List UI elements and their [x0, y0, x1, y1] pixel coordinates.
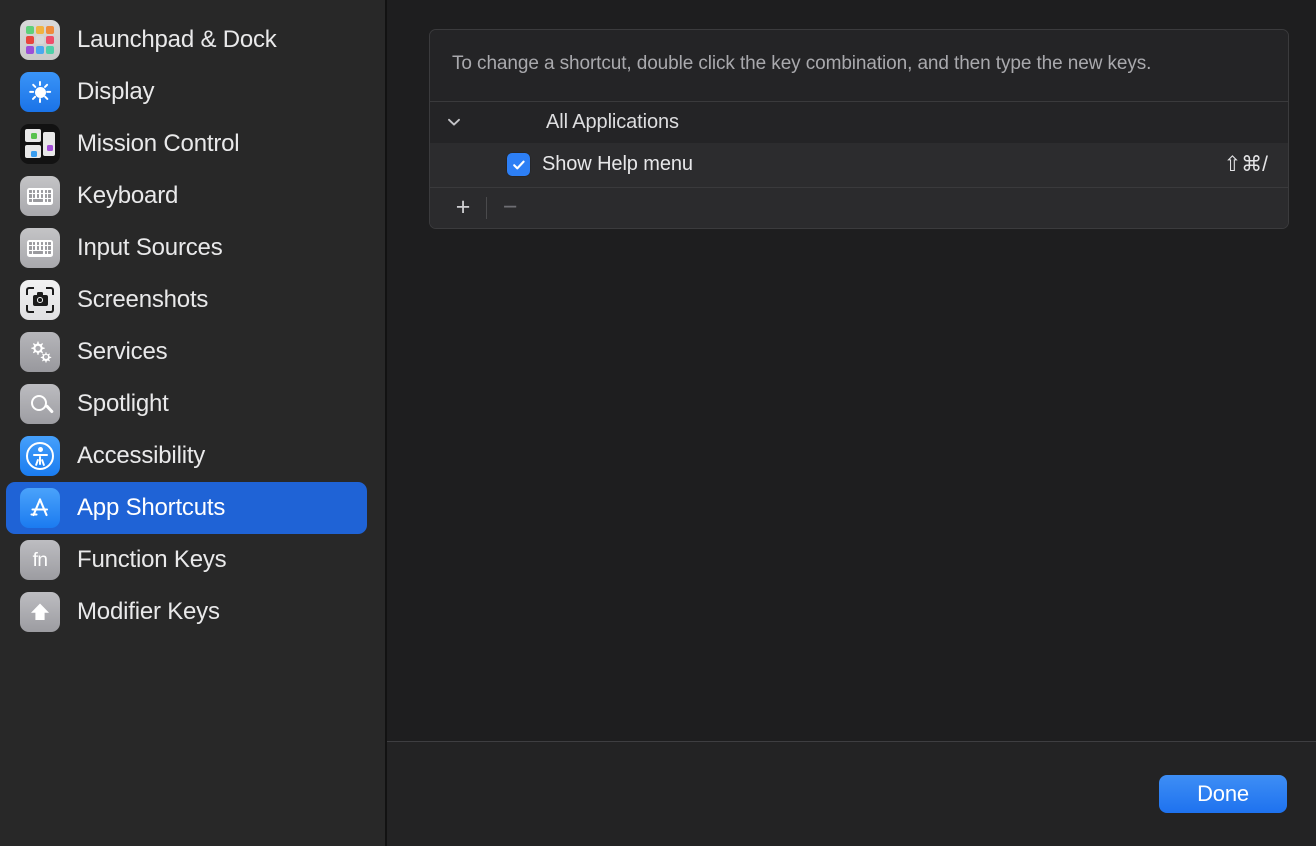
sidebar-item-mission-control[interactable]: Mission Control: [6, 118, 367, 170]
sidebar-item-input-sources[interactable]: Input Sources: [6, 222, 367, 274]
sidebar: Launchpad & Dock Display Mission Control…: [0, 0, 387, 846]
screenshot-camera-icon: [20, 280, 60, 320]
sidebar-item-services[interactable]: Services: [6, 326, 367, 378]
sidebar-item-label: Screenshots: [77, 286, 209, 313]
main-content: To change a shortcut, double click the k…: [387, 0, 1316, 846]
function-keys-fn-icon: fn: [20, 540, 60, 580]
add-shortcut-button[interactable]: +: [446, 193, 480, 223]
sidebar-item-label: App Shortcuts: [77, 494, 226, 521]
keyboard-icon: [20, 176, 60, 216]
sidebar-item-function-keys[interactable]: fn Function Keys: [6, 534, 367, 586]
sidebar-item-label: Input Sources: [77, 234, 223, 261]
display-brightness-icon: [20, 72, 60, 112]
done-button[interactable]: Done: [1159, 775, 1287, 813]
checkmark-icon[interactable]: [507, 153, 530, 177]
sidebar-item-label: Modifier Keys: [77, 598, 220, 625]
table-footer-toolbar: + −: [430, 186, 1288, 228]
sidebar-item-launchpad-and-dock[interactable]: Launchpad & Dock: [6, 14, 367, 66]
sidebar-item-label: Mission Control: [77, 130, 240, 157]
input-sources-keyboard-icon: [20, 228, 60, 268]
shortcut-group-row-all-applications[interactable]: All Applications: [430, 100, 1288, 143]
panel-help-text: To change a shortcut, double click the k…: [430, 30, 1288, 101]
accessibility-icon: [20, 436, 60, 476]
chevron-down-icon[interactable]: [430, 113, 478, 131]
sidebar-item-label: Spotlight: [77, 390, 169, 417]
sidebar-item-spotlight[interactable]: Spotlight: [6, 378, 367, 430]
sidebar-item-label: Display: [77, 78, 155, 105]
sidebar-item-label: Function Keys: [77, 546, 227, 573]
sidebar-item-label: Keyboard: [77, 182, 179, 209]
sidebar-item-screenshots[interactable]: Screenshots: [6, 274, 367, 326]
remove-shortcut-button[interactable]: −: [493, 193, 527, 223]
bottom-action-bar: Done: [387, 742, 1316, 846]
sidebar-item-label: Services: [77, 338, 168, 365]
launchpad-icon: [20, 20, 60, 60]
sidebar-item-modifier-keys[interactable]: Modifier Keys: [6, 586, 367, 638]
shortcut-title: Show Help menu: [542, 153, 693, 176]
spotlight-search-icon: [20, 384, 60, 424]
sidebar-item-keyboard[interactable]: Keyboard: [6, 170, 367, 222]
app-shortcuts-panel: To change a shortcut, double click the k…: [429, 29, 1289, 229]
sidebar-item-label: Launchpad & Dock: [77, 26, 277, 53]
footer-divider: [486, 196, 487, 219]
sidebar-item-label: Accessibility: [77, 442, 206, 469]
shortcut-group-label: All Applications: [546, 110, 679, 133]
system-settings-keyboard-shortcuts-window: Launchpad & Dock Display Mission Control…: [0, 0, 1316, 846]
modifier-keys-shift-arrow-icon: [20, 592, 60, 632]
sidebar-item-app-shortcuts[interactable]: App Shortcuts: [6, 482, 367, 534]
services-gears-icon: [20, 332, 60, 372]
mission-control-icon: [20, 124, 60, 164]
shortcut-enabled-checkbox[interactable]: [430, 153, 542, 177]
app-shortcuts-icon: [20, 488, 60, 528]
table-row[interactable]: Show Help menu ⇧⌘/: [430, 142, 1288, 187]
shortcut-key-combination[interactable]: ⇧⌘/: [1224, 152, 1268, 177]
sidebar-item-accessibility[interactable]: Accessibility: [6, 430, 367, 482]
sidebar-item-display[interactable]: Display: [6, 66, 367, 118]
